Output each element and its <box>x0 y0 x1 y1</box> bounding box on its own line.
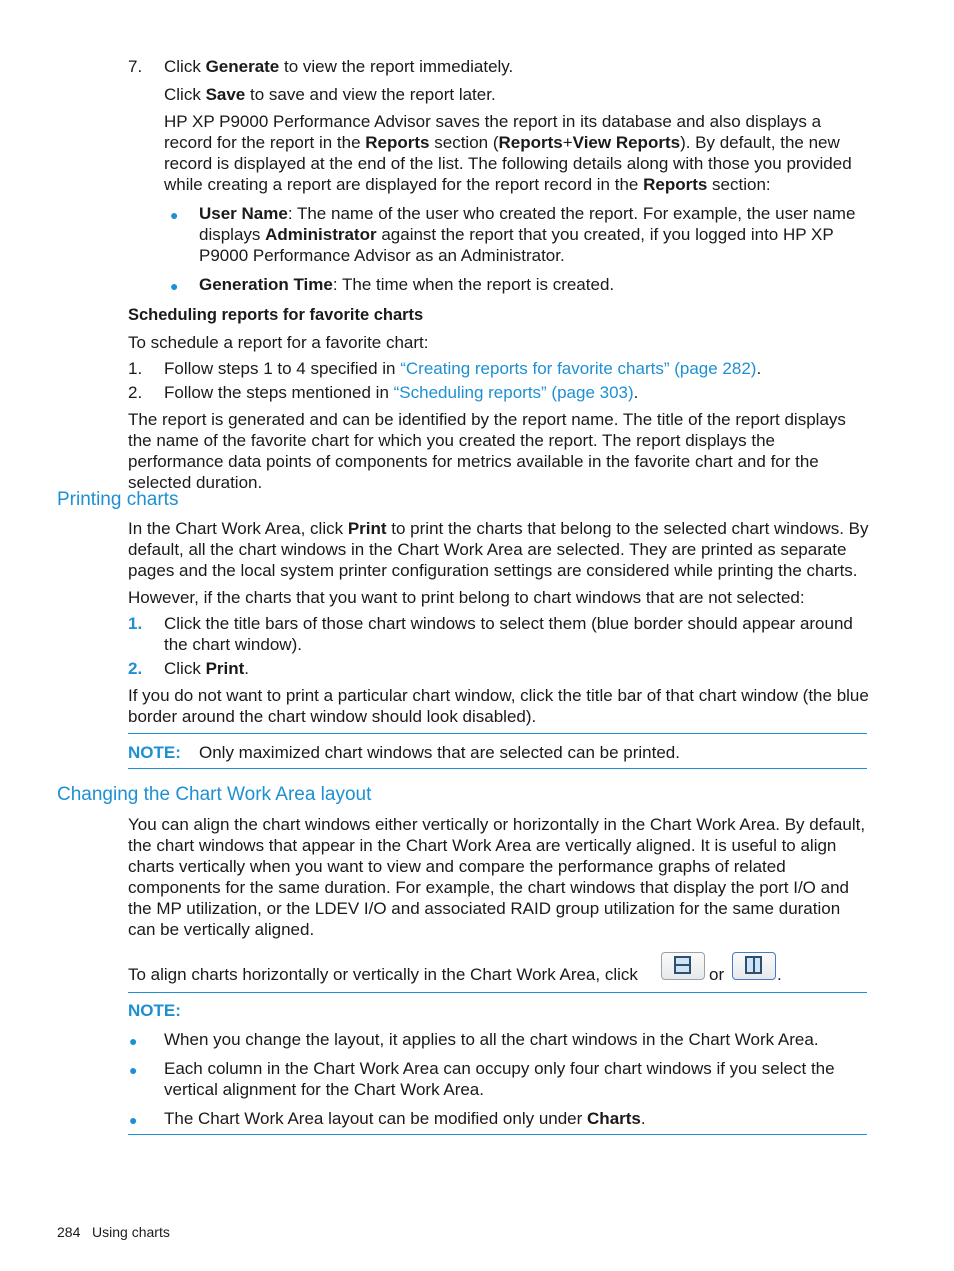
step-number: 2. <box>128 383 143 402</box>
print-term: Print <box>347 519 387 538</box>
step-7-line-2: Click Save to save and view the report l… <box>164 85 496 104</box>
page-footer: 284 Using charts <box>57 1222 170 1243</box>
list-item: Follow the steps mentioned in “Schedulin… <box>164 383 639 402</box>
step-number: 2. <box>128 659 143 678</box>
vertical-layout-icon[interactable] <box>732 952 776 980</box>
step-7-paragraph: HP XP P9000 Performance Advisor saves th… <box>164 112 852 194</box>
note-divider <box>128 768 867 769</box>
list-item: User Name: The name of the user who crea… <box>199 204 856 265</box>
note-divider <box>128 992 867 993</box>
list-item: Click the title bars of those chart wind… <box>164 614 853 654</box>
printing-paragraph-3: If you do not want to print a particular… <box>128 686 869 726</box>
list-item: Generation Time: The time when the repor… <box>199 275 615 294</box>
printing-paragraph-2: However, if the charts that you want to … <box>128 588 805 607</box>
creating-reports-link[interactable]: “Creating reports for favorite charts” (… <box>400 359 756 378</box>
horizontal-layout-icon[interactable] <box>661 952 705 980</box>
section-name: Using charts <box>92 1224 170 1240</box>
or-text: or <box>709 965 725 984</box>
scheduling-reports-link[interactable]: “Scheduling reports” (page 303) <box>394 383 634 402</box>
bullet-icon: ● <box>129 1062 138 1078</box>
layout-heading: Changing the Chart Work Area layout <box>57 784 372 805</box>
bullet-icon: ● <box>170 207 179 223</box>
period-text: . <box>777 965 782 984</box>
note-label: NOTE: <box>128 743 181 762</box>
save-term: Save <box>205 85 246 104</box>
note-text: Only maximized chart windows that are se… <box>199 743 680 762</box>
step-number: 1. <box>128 614 143 633</box>
scheduling-closing: The report is generated and can be ident… <box>128 410 846 492</box>
step-number: 1. <box>128 359 143 378</box>
note-divider <box>128 1134 867 1135</box>
scheduling-intro: To schedule a report for a favorite char… <box>128 333 429 352</box>
list-item: The Chart Work Area layout can be modifi… <box>164 1109 646 1128</box>
layout-paragraph-1: You can align the chart windows either v… <box>128 815 866 939</box>
bullet-icon: ● <box>170 278 179 294</box>
generate-term: Generate <box>205 57 280 76</box>
note-label: NOTE: <box>128 1001 181 1020</box>
list-item: Click Print. <box>164 659 250 678</box>
step-7-number: 7. <box>128 57 143 76</box>
list-item: Each column in the Chart Work Area can o… <box>164 1059 835 1099</box>
list-item: When you change the layout, it applies t… <box>164 1030 819 1049</box>
printing-heading: Printing charts <box>57 489 179 510</box>
list-item: Follow steps 1 to 4 specified in “Creati… <box>164 359 762 378</box>
step-7-line-1: Click Generate to view the report immedi… <box>164 57 514 76</box>
note-divider <box>128 733 867 734</box>
printing-paragraph-1: In the Chart Work Area, click Print to p… <box>128 519 869 580</box>
scheduling-heading: Scheduling reports for favorite charts <box>128 306 424 324</box>
page-number: 284 <box>57 1224 81 1240</box>
bullet-icon: ● <box>129 1112 138 1128</box>
bullet-icon: ● <box>129 1033 138 1049</box>
